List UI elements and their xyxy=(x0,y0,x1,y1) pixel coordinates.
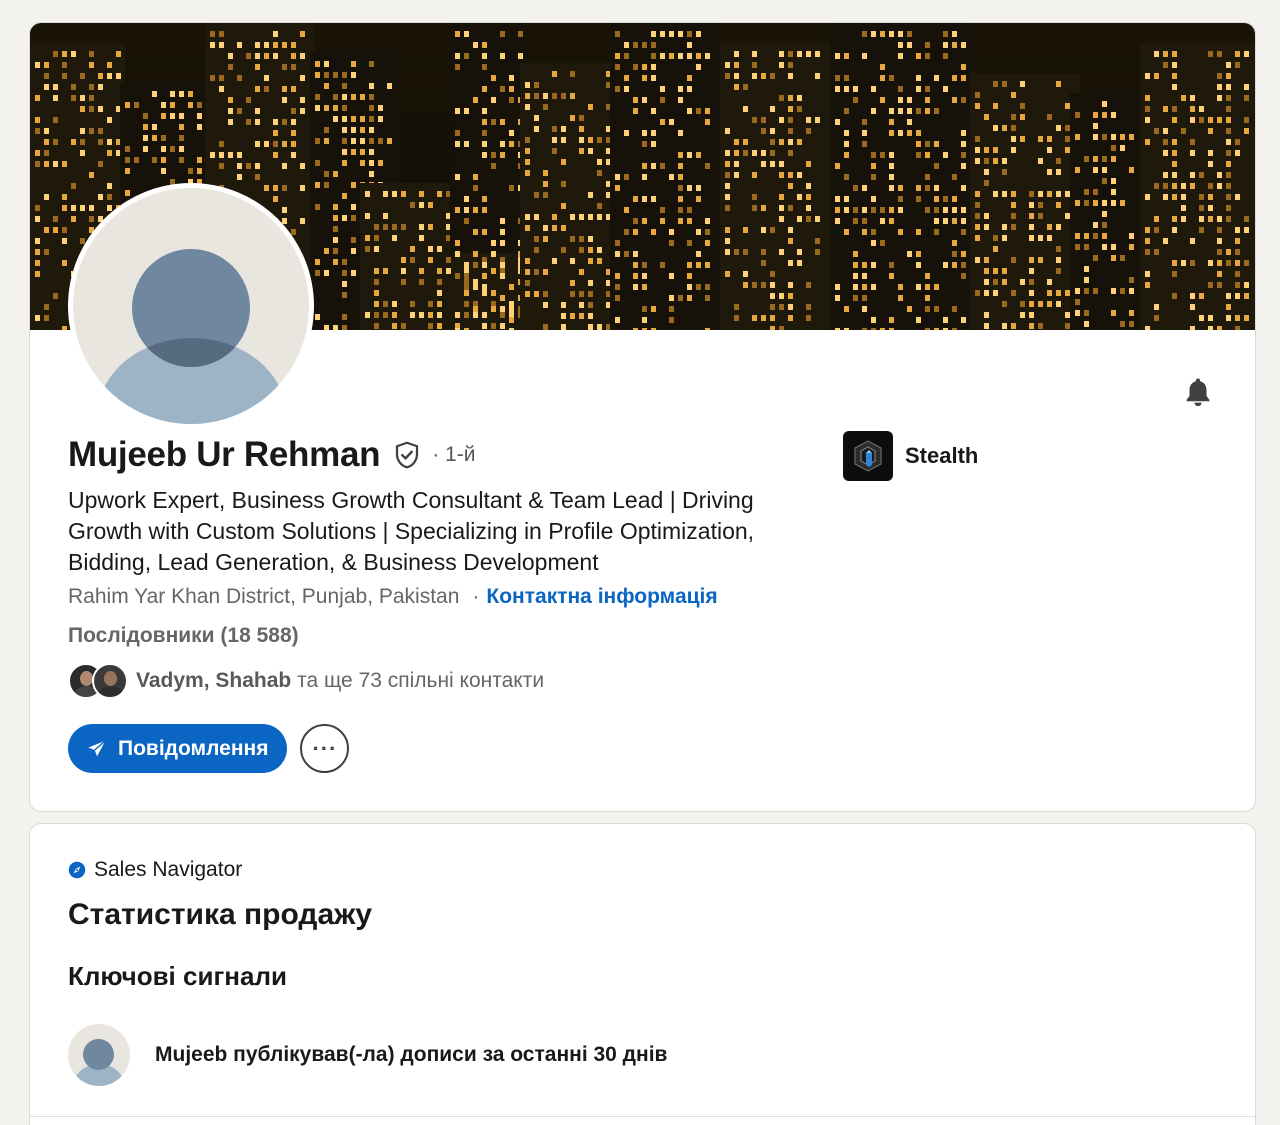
compass-icon xyxy=(68,861,86,879)
connection-degree: · 1-й xyxy=(432,443,476,466)
signal-item[interactable]: Mujeeb публікував(-ла) дописи за останні… xyxy=(68,1024,667,1086)
mutual-names: Vadym, Shahab xyxy=(136,669,292,692)
followers-count[interactable]: Послідовники (18 588) xyxy=(68,624,299,648)
send-icon xyxy=(88,739,106,756)
profile-name: Mujeeb Ur Rehman xyxy=(68,435,381,474)
location-separator: · xyxy=(472,585,480,608)
current-company[interactable]: Stealth xyxy=(843,431,978,481)
divider xyxy=(30,1116,1255,1117)
profile-location: Rahim Yar Khan District, Punjab, Pakista… xyxy=(68,585,460,608)
company-logo xyxy=(843,431,893,481)
action-buttons: Повідомлення ··· xyxy=(68,724,350,773)
profile-card: Mujeeb Ur Rehman · 1-й Upwork Expert, Bu… xyxy=(29,22,1256,812)
more-actions-button[interactable]: ··· xyxy=(300,724,350,773)
location-row: Rahim Yar Khan District, Punjab, Pakista… xyxy=(68,585,718,609)
signal-avatar xyxy=(68,1024,130,1086)
name-row: Mujeeb Ur Rehman · 1-й xyxy=(68,435,475,475)
bell-icon[interactable] xyxy=(1181,375,1215,409)
company-name: Stealth xyxy=(905,443,979,468)
signal-text: Mujeeb публікував(-ла) дописи за останні… xyxy=(155,1043,668,1066)
message-button[interactable]: Повідомлення xyxy=(68,724,288,773)
message-button-label: Повідомлення xyxy=(118,736,269,760)
mutual-avatar xyxy=(92,663,128,699)
verified-shield-icon[interactable] xyxy=(392,440,422,470)
key-signals-title: Ключові сигнали xyxy=(68,961,287,991)
mutual-rest: та ще 73 спільні контакти xyxy=(291,669,545,692)
stealth-logo-icon xyxy=(854,440,882,472)
ellipsis-icon: ··· xyxy=(312,735,338,761)
contact-info-link[interactable]: Контактна інформація xyxy=(486,585,717,609)
sales-stats-title: Статистика продажу xyxy=(68,898,373,931)
mutual-connections-text: Vadym, Shahab та ще 73 спільні контакти xyxy=(136,669,544,693)
profile-headline: Upwork Expert, Business Growth Consultan… xyxy=(68,487,755,575)
sales-insights-card: Sales Navigator Статистика продажу Ключо… xyxy=(29,823,1256,1125)
profile-avatar[interactable] xyxy=(68,183,314,429)
sales-navigator-label: Sales Navigator xyxy=(94,858,243,881)
mutual-connections[interactable]: Vadym, Shahab та ще 73 спільні контакти xyxy=(68,663,544,699)
sales-navigator-brand: Sales Navigator xyxy=(68,858,242,882)
